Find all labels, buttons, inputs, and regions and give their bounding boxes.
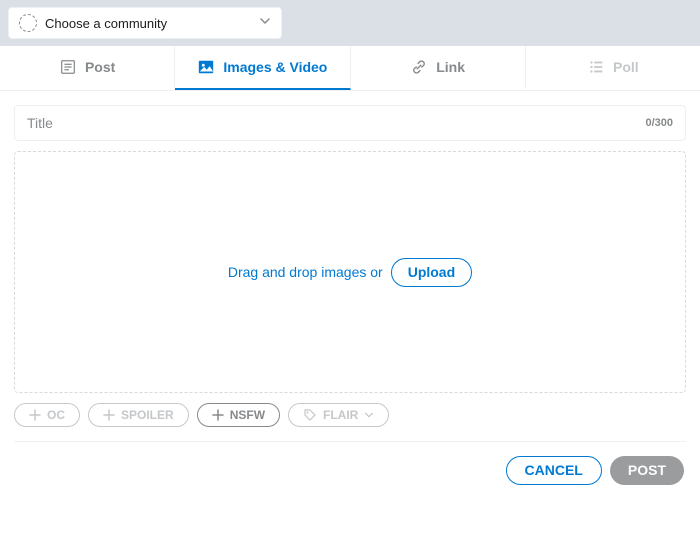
tab-images-video[interactable]: Images & Video — [175, 46, 350, 90]
plus-icon — [212, 409, 224, 421]
chevron-down-icon — [364, 410, 374, 420]
actions-row: CANCEL POST — [14, 456, 686, 485]
community-selector[interactable]: Choose a community — [8, 7, 282, 39]
plus-icon — [103, 409, 115, 421]
chevron-down-icon — [259, 14, 271, 32]
dropzone-text: Drag and drop images or — [228, 264, 383, 280]
title-row: 0/300 — [14, 105, 686, 141]
tab-poll: Poll — [526, 46, 700, 90]
tags-row: OC SPOILER NSFW FLAIR — [14, 403, 686, 442]
poll-icon — [587, 58, 605, 76]
tab-poll-label: Poll — [613, 59, 639, 75]
upload-button[interactable]: Upload — [391, 258, 472, 287]
tab-post-label: Post — [85, 59, 115, 75]
tab-link-label: Link — [436, 59, 465, 75]
topbar: Choose a community — [0, 0, 700, 46]
flair-label: FLAIR — [323, 408, 358, 422]
flair-pill[interactable]: FLAIR — [288, 403, 389, 427]
title-counter: 0/300 — [645, 117, 673, 129]
spoiler-pill[interactable]: SPOILER — [88, 403, 189, 427]
link-icon — [410, 58, 428, 76]
body: 0/300 Drag and drop images or Upload OC … — [0, 91, 700, 489]
nsfw-pill[interactable]: NSFW — [197, 403, 280, 427]
post-button[interactable]: POST — [610, 456, 684, 485]
tab-images-label: Images & Video — [223, 59, 327, 75]
oc-pill[interactable]: OC — [14, 403, 80, 427]
spoiler-label: SPOILER — [121, 408, 174, 422]
community-selector-label: Choose a community — [45, 16, 167, 31]
tabs: Post Images & Video Link Poll — [0, 46, 700, 91]
oc-label: OC — [47, 408, 65, 422]
tab-post[interactable]: Post — [0, 46, 175, 90]
image-icon — [197, 58, 215, 76]
cancel-button[interactable]: CANCEL — [506, 456, 602, 485]
tag-icon — [303, 408, 317, 422]
media-dropzone[interactable]: Drag and drop images or Upload — [14, 151, 686, 393]
tab-link[interactable]: Link — [351, 46, 526, 90]
nsfw-label: NSFW — [230, 408, 265, 422]
community-placeholder-icon — [19, 14, 37, 32]
title-input[interactable] — [27, 115, 645, 131]
plus-icon — [29, 409, 41, 421]
post-icon — [59, 58, 77, 76]
